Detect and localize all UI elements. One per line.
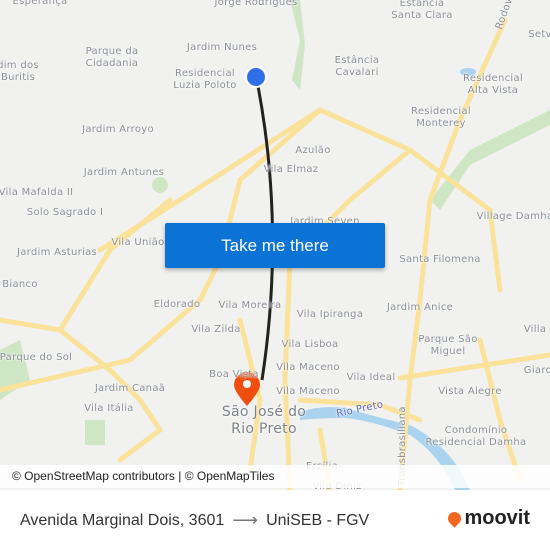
origin-name: Avenida Marginal Dois, 3601 bbox=[20, 511, 225, 529]
map-label: Jardim Arroyo bbox=[82, 124, 154, 135]
map-label: Jardim Nunes bbox=[186, 42, 258, 53]
map-label: Parque São Miguel bbox=[418, 334, 478, 357]
map-label: Jardim Asturias bbox=[16, 247, 98, 258]
map-label: Vila Itália bbox=[84, 403, 134, 414]
map-label: Residencial Luzia Poloto bbox=[173, 68, 237, 91]
map-label: Villa bbox=[523, 324, 547, 335]
moovit-logo[interactable]: moovit bbox=[445, 507, 530, 530]
map-label: Solo Sagrado I bbox=[26, 207, 104, 218]
map-label: Vista Alegre bbox=[438, 386, 502, 397]
map-label: Vila Maceno bbox=[276, 362, 340, 373]
brand-name: moovit bbox=[464, 507, 530, 529]
map-label: Estância Cavalari bbox=[334, 55, 380, 78]
map-label: Jardim Anice bbox=[386, 302, 454, 313]
map-label: Vila Ipiranga bbox=[296, 309, 364, 320]
map-label: Vila Mafalda II bbox=[0, 187, 74, 198]
map-label: Jorge Rodrigues bbox=[214, 0, 298, 8]
map-label: Condomínio Residencial Damha bbox=[425, 425, 527, 448]
map-label: Vila Ideal bbox=[346, 372, 396, 383]
map-label: Village Damha bbox=[476, 211, 550, 222]
map-label: Vila Moreira bbox=[218, 300, 282, 311]
map-label: Parque do Sol bbox=[0, 352, 73, 363]
map-label: Vila Lisboa bbox=[281, 339, 339, 350]
map-label: Giard bbox=[523, 365, 550, 376]
map-label: Vila Elmaz bbox=[263, 164, 319, 175]
map-label: Residencial Monterey bbox=[411, 106, 471, 129]
map-attribution[interactable]: © OpenStreetMap contributors | © OpenMap… bbox=[0, 465, 550, 488]
map-label: Residencial Alta Vista bbox=[463, 73, 523, 96]
map-label: Vila Maceno bbox=[276, 386, 340, 397]
map-label: Vila Zilda bbox=[191, 324, 241, 335]
take-me-there-button[interactable]: Take me there bbox=[165, 223, 385, 268]
map-label: Bianco bbox=[2, 279, 38, 290]
map-label: dim dos Buritis bbox=[0, 60, 39, 83]
origin-marker[interactable] bbox=[245, 66, 267, 88]
footer: Avenida Marginal Dois, 3601 ⟶ UniSEB - F… bbox=[0, 490, 550, 550]
destination-name: UniSEB - FGV bbox=[266, 511, 370, 529]
map[interactable]: Esperança Jorge Rodrigues Estância Santa… bbox=[0, 0, 550, 490]
route-summary: Avenida Marginal Dois, 3601 ⟶ UniSEB - F… bbox=[20, 510, 369, 531]
map-label: Eldorado bbox=[153, 299, 201, 310]
map-label: Esperança bbox=[12, 0, 68, 7]
map-label: Santa Filomena bbox=[399, 254, 481, 265]
map-label: Setv bbox=[528, 29, 550, 40]
map-label: Parque da Cidadania bbox=[85, 46, 139, 69]
map-label: Azulão bbox=[295, 145, 331, 156]
map-label: Boa Vista bbox=[209, 369, 259, 380]
map-label: Jardim Canaã bbox=[94, 383, 166, 394]
map-label: Jardim Antunes bbox=[83, 167, 165, 178]
city-label: São José do Rio Preto bbox=[221, 404, 307, 437]
arrow-right-icon: ⟶ bbox=[232, 510, 259, 530]
moovit-pin-icon bbox=[445, 509, 465, 528]
map-label: Estância Santa Clara bbox=[391, 0, 453, 21]
map-label: Vila União bbox=[111, 237, 165, 248]
